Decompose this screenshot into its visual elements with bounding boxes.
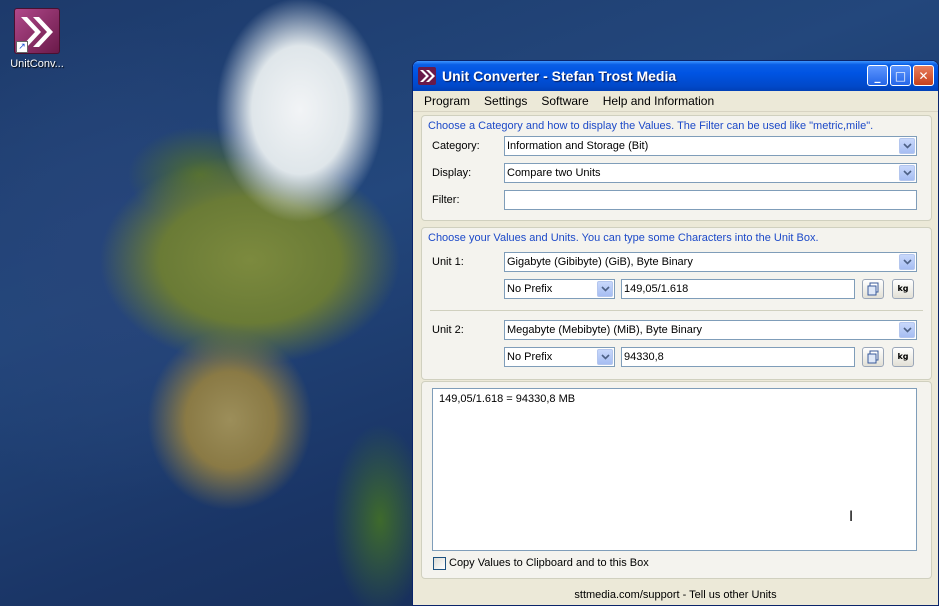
desktop-shortcut-unitconverter[interactable]: ↗ UnitConv... [6, 8, 68, 70]
unit1-prefix-value: No Prefix [507, 283, 553, 295]
chevron-down-icon[interactable] [597, 349, 613, 365]
output-textarea[interactable]: 149,05/1.618 = 94330,8 MB [432, 388, 917, 551]
unit2-select[interactable]: Megabyte (Mebibyte) (MiB), Byte Binary [504, 320, 917, 340]
chevron-down-icon[interactable] [899, 322, 915, 338]
unit1-copy-button[interactable] [862, 279, 884, 299]
menu-bar: Program Settings Software Help and Infor… [413, 91, 938, 112]
unit1-label: Unit 1: [432, 256, 464, 268]
desktop-icon-label: UnitConv... [10, 58, 64, 70]
weight-kg-icon: kg [897, 284, 909, 293]
copy-to-clipboard-checkbox[interactable] [433, 557, 446, 570]
filter-label: Filter: [432, 194, 460, 206]
unit1-prefix-select[interactable]: No Prefix [504, 279, 615, 299]
unit2-prefix-value: No Prefix [507, 351, 553, 363]
menu-program[interactable]: Program [417, 94, 477, 108]
category-select[interactable]: Information and Storage (Bit) [504, 136, 917, 156]
chevron-down-icon[interactable] [899, 254, 915, 270]
window-titlebar[interactable]: Unit Converter - Stefan Trost Media _ □ … [413, 61, 938, 91]
app-title-icon [418, 67, 436, 85]
chevron-down-icon[interactable] [899, 165, 915, 181]
unit2-copy-button[interactable] [862, 347, 884, 367]
weight-kg-icon: kg [897, 352, 909, 361]
values-group-caption: Choose your Values and Units. You can ty… [428, 232, 819, 244]
unitconverter-app-icon: ↗ [14, 8, 60, 54]
category-label: Category: [432, 140, 480, 152]
window-title: Unit Converter - Stefan Trost Media [442, 68, 677, 84]
unit1-weight-button[interactable]: kg [892, 279, 914, 299]
unit1-value-input[interactable]: 149,05/1.618 [621, 279, 855, 299]
unit-divider [430, 310, 923, 311]
maximize-icon: □ [894, 68, 907, 83]
unit2-weight-button[interactable]: kg [892, 347, 914, 367]
copy-icon [867, 350, 879, 364]
chevron-down-icon[interactable] [899, 138, 915, 154]
minimize-icon: _ [874, 68, 881, 83]
unit2-prefix-select[interactable]: No Prefix [504, 347, 615, 367]
output-group: 149,05/1.618 = 94330,8 MB Copy Values to… [421, 381, 932, 579]
close-icon: ✕ [918, 68, 929, 83]
display-label: Display: [432, 167, 472, 179]
close-button[interactable]: ✕ [913, 65, 934, 86]
unit1-select[interactable]: Gigabyte (Gibibyte) (GiB), Byte Binary [504, 252, 917, 272]
copy-to-clipboard-label: Copy Values to Clipboard and to this Box [449, 557, 649, 569]
display-value: Compare two Units [507, 167, 601, 179]
maximize-button[interactable]: □ [890, 65, 911, 86]
minimize-button[interactable]: _ [867, 65, 888, 86]
menu-software[interactable]: Software [534, 94, 595, 108]
filter-input[interactable] [504, 190, 917, 210]
support-link[interactable]: sttmedia.com/support - Tell us other Uni… [413, 589, 938, 601]
category-value: Information and Storage (Bit) [507, 140, 649, 152]
category-group: Choose a Category and how to display the… [421, 115, 932, 221]
text-cursor-icon: I [849, 509, 854, 525]
unit1-value: Gigabyte (Gibibyte) (GiB), Byte Binary [507, 256, 693, 268]
menu-settings[interactable]: Settings [477, 94, 534, 108]
output-text: 149,05/1.618 = 94330,8 MB [439, 393, 576, 405]
shortcut-arrow-icon: ↗ [16, 41, 28, 53]
unit2-value-input[interactable]: 94330,8 [621, 347, 855, 367]
category-group-caption: Choose a Category and how to display the… [428, 120, 874, 132]
menu-help[interactable]: Help and Information [596, 94, 721, 108]
unit2-label: Unit 2: [432, 324, 464, 336]
values-group: Choose your Values and Units. You can ty… [421, 227, 932, 380]
display-select[interactable]: Compare two Units [504, 163, 917, 183]
unit-converter-window: Unit Converter - Stefan Trost Media _ □ … [412, 60, 939, 606]
copy-icon [867, 282, 879, 296]
chevron-down-icon[interactable] [597, 281, 613, 297]
unit2-value: Megabyte (Mebibyte) (MiB), Byte Binary [507, 324, 703, 336]
